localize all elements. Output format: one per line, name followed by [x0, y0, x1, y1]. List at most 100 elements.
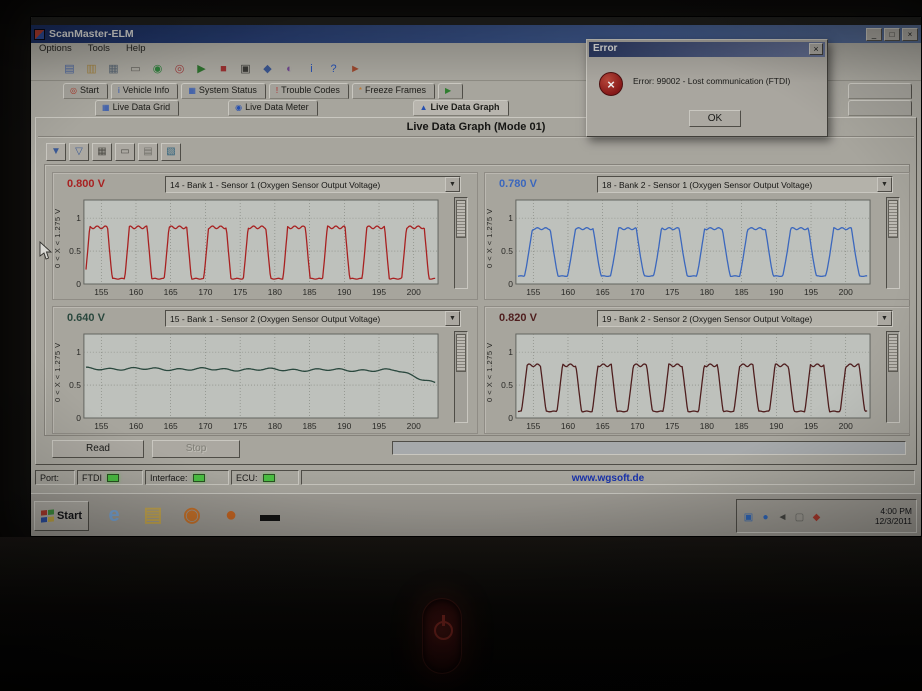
svg-text:175: 175 [665, 287, 679, 297]
print-icon[interactable]: ▭ [115, 143, 135, 161]
dialog-close-button[interactable]: × [809, 43, 823, 55]
svg-text:0: 0 [76, 413, 81, 423]
svg-text:165: 165 [164, 421, 178, 431]
filter-icon[interactable]: ▼ [46, 143, 66, 161]
tab-far-right-2[interactable] [848, 100, 912, 116]
tab-vehicle-info[interactable]: iVehicle Info [111, 83, 178, 99]
tab-live-data-grid[interactable]: ▦Live Data Grid [95, 100, 179, 116]
taskbar-clock: 4:00 PM 12/3/2011 [875, 506, 912, 526]
tab-freeze-frames-icon: * [359, 86, 362, 95]
laptop-base [0, 537, 922, 691]
menu-item-tools[interactable]: Tools [88, 43, 110, 54]
menu-item-options[interactable]: Options [39, 43, 72, 54]
slider-thumb[interactable] [456, 200, 466, 238]
print-icon[interactable]: ▭ [127, 61, 144, 78]
svg-text:170: 170 [630, 421, 644, 431]
pid-selector[interactable]: 15 - Bank 1 - Sensor 2 (Oxygen Sensor Ou… [165, 310, 461, 327]
read-button[interactable]: Read [52, 440, 144, 458]
graph-toolbar: ▼▽▦▭▤▧ [46, 141, 184, 161]
internet-explorer-icon[interactable]: e [99, 500, 129, 530]
svg-text:1: 1 [508, 347, 513, 357]
chevron-down-icon[interactable]: ▼ [877, 311, 892, 326]
svg-text:200: 200 [407, 287, 421, 297]
chip-icon[interactable]: ▬ [255, 500, 285, 530]
disconnect-icon[interactable]: ◎ [171, 61, 188, 78]
tab-live-data-meter[interactable]: ◉Live Data Meter [228, 100, 318, 116]
maximize-button[interactable]: □ [884, 28, 900, 41]
error-message: Error: 99002 - Lost communication (FTDI) [633, 76, 819, 86]
minimize-button[interactable]: _ [866, 28, 882, 41]
pid-selector[interactable]: 18 - Bank 2 - Sensor 1 (Oxygen Sensor Ou… [597, 176, 893, 193]
menu-item-help[interactable]: Help [126, 43, 146, 54]
start-button[interactable]: Start [34, 501, 89, 531]
close-button[interactable]: × [902, 28, 918, 41]
media-player-icon[interactable]: ◉ [177, 500, 207, 530]
svg-text:160: 160 [561, 421, 575, 431]
chip-icon[interactable]: ▣ [237, 61, 254, 78]
progress-bar[interactable] [392, 441, 906, 455]
scale-slider[interactable] [886, 331, 900, 423]
slider-thumb[interactable] [888, 200, 898, 238]
scale-slider[interactable] [886, 197, 900, 289]
open-icon[interactable]: ▥ [83, 61, 100, 78]
tab-start[interactable]: ◎Start [63, 83, 108, 99]
y-axis-label: 0 < X < 1.275 V [485, 329, 497, 415]
tab-freeze-frames[interactable]: *Freeze Frames [352, 83, 435, 99]
folder-icon[interactable]: ▤ [138, 500, 168, 530]
svg-text:0: 0 [508, 279, 513, 289]
svg-text:155: 155 [94, 421, 108, 431]
status-bar: Port: FTDI Interface: ECU: www.wgsoft.de [31, 469, 921, 486]
update-icon[interactable]: ● [758, 510, 773, 525]
firefox-icon[interactable]: ● [216, 500, 246, 530]
stop-icon[interactable]: ■ [215, 61, 232, 78]
filter-clear-icon[interactable]: ▽ [69, 143, 89, 161]
power-button[interactable] [422, 598, 462, 674]
chevron-down-icon[interactable]: ▼ [877, 177, 892, 192]
chevron-down-icon[interactable]: ▼ [445, 177, 460, 192]
pid-selector[interactable]: 14 - Bank 1 - Sensor 1 (Oxygen Sensor Ou… [165, 176, 461, 193]
connect-icon[interactable]: ◉ [149, 61, 166, 78]
y-axis-label: 0 < X < 1.275 V [53, 195, 65, 281]
pid-selector[interactable]: 19 - Bank 2 - Sensor 2 (Oxygen Sensor Ou… [597, 310, 893, 327]
svg-text:165: 165 [596, 421, 610, 431]
svg-text:1: 1 [76, 347, 81, 357]
save-icon[interactable]: ▦ [105, 61, 122, 78]
volume-icon[interactable]: ◄ [775, 510, 790, 525]
website-link[interactable]: www.wgsoft.de [572, 473, 644, 484]
copy-icon[interactable]: ▤ [138, 143, 158, 161]
report-icon[interactable]: ▧ [161, 143, 181, 161]
info-icon[interactable]: i [303, 61, 320, 78]
tab-live-data-graph[interactable]: ▲Live Data Graph [413, 100, 509, 116]
taskbar: Start e▤◉●▬ ▣●◄▢◆ 4:00 PM 12/3/2011 [31, 493, 921, 537]
start-label: Start [57, 510, 82, 522]
tab-label: Live Data Meter [245, 102, 309, 112]
gauge-icon[interactable]: ◐ [281, 61, 298, 78]
port-label-panel: Port: [35, 470, 75, 485]
slider-thumb[interactable] [888, 334, 898, 372]
svg-text:170: 170 [630, 287, 644, 297]
graph-panel-2: 0.780 V 18 - Bank 2 - Sensor 1 (Oxygen S… [484, 172, 910, 300]
tab-system-status[interactable]: ▦System Status [181, 83, 266, 99]
new-icon[interactable]: ▤ [61, 61, 78, 78]
chevron-down-icon[interactable]: ▼ [445, 311, 460, 326]
car-icon[interactable]: ◆ [259, 61, 276, 78]
save-icon[interactable]: ▦ [92, 143, 112, 161]
ok-button[interactable]: OK [689, 110, 741, 127]
scale-slider[interactable] [454, 331, 468, 423]
svg-text:0: 0 [76, 279, 81, 289]
svg-text:1: 1 [76, 213, 81, 223]
network-icon[interactable]: ▣ [741, 510, 756, 525]
tab-far-right-1[interactable] [848, 83, 912, 99]
scale-slider[interactable] [454, 197, 468, 289]
antivirus-icon[interactable]: ◆ [809, 510, 824, 525]
read-icon[interactable]: ▶ [193, 61, 210, 78]
slider-thumb[interactable] [456, 334, 466, 372]
tab-label: Trouble Codes [281, 85, 340, 95]
stop-button[interactable]: Stop [152, 440, 240, 458]
display-icon[interactable]: ▢ [792, 510, 807, 525]
svg-text:200: 200 [839, 287, 853, 297]
tab-trouble-codes[interactable]: !Trouble Codes [269, 83, 349, 99]
tab-live-data[interactable]: ▶ [438, 83, 463, 99]
flag-icon[interactable]: ► [347, 61, 364, 78]
help-icon[interactable]: ? [325, 61, 342, 78]
